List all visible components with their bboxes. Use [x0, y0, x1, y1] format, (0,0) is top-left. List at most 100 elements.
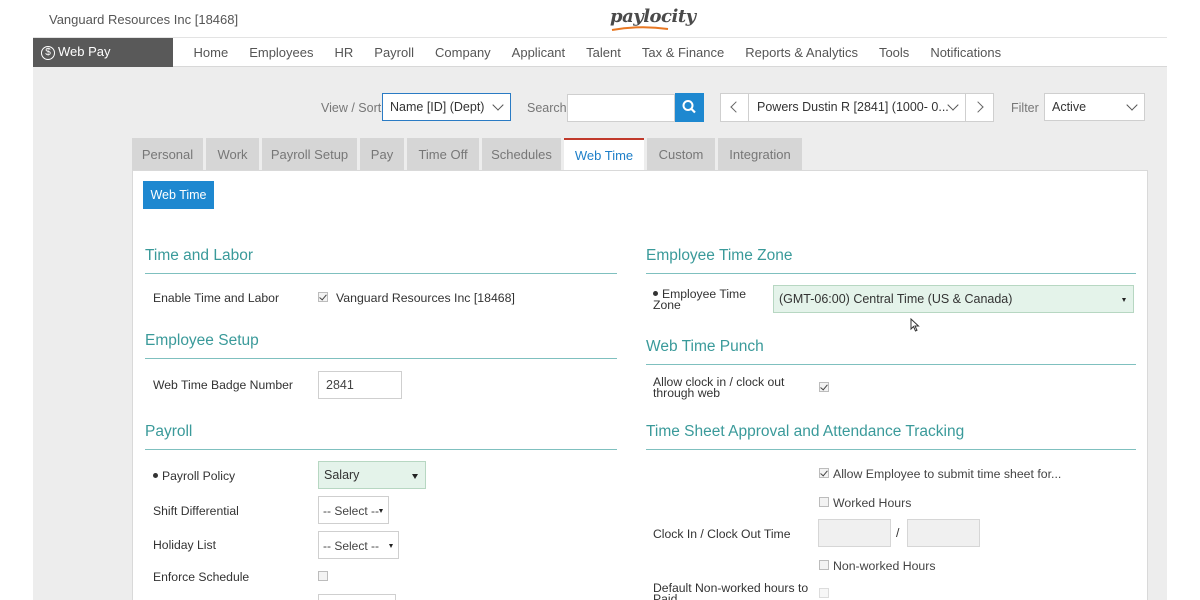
dropdown-arrow-icon	[389, 544, 393, 548]
previous-employee-button[interactable]	[721, 94, 749, 121]
required-indicator	[653, 291, 658, 296]
nav-items: Home Employees HR Payroll Company Applic…	[183, 45, 1012, 60]
non-worked-hours-checkbox[interactable]	[819, 560, 829, 570]
allow-submit-checkbox[interactable]	[819, 468, 829, 478]
app-frame: Vanguard Resources Inc [18468] paylocity…	[33, 0, 1167, 600]
tab-work[interactable]: Work	[206, 138, 259, 170]
allow-clock-label-line2: through web	[653, 386, 721, 400]
divider	[646, 273, 1136, 274]
tab-time-off[interactable]: Time Off	[407, 138, 479, 170]
employee-select-value[interactable]: Powers Dustin R [2841] (1000- 0...	[757, 100, 949, 114]
mouse-cursor-icon	[910, 318, 920, 332]
paylocity-logo[interactable]: paylocity	[610, 6, 696, 27]
employee-navigator: Powers Dustin R [2841] (1000- 0...	[720, 93, 994, 122]
holiday-list-select[interactable]: -- Select --	[318, 531, 399, 559]
shift-differential-label: Shift Differential	[153, 504, 239, 518]
nav-company[interactable]: Company	[435, 45, 491, 60]
shift-differential-select[interactable]: -- Select --	[318, 496, 389, 524]
dollar-icon: $	[41, 46, 55, 60]
search-icon	[682, 100, 696, 114]
view-sort-label: View / Sort	[321, 101, 382, 115]
non-worked-hours-label: Non-worked Hours	[833, 559, 936, 573]
allow-clock-checkbox[interactable]	[819, 382, 829, 392]
filter-value: Active	[1052, 100, 1087, 114]
chevron-down-icon	[492, 99, 504, 111]
filter-select[interactable]: Active	[1044, 93, 1145, 121]
required-indicator	[153, 473, 158, 478]
shift-differential-value: -- Select --	[323, 504, 380, 518]
clock-in-time-input[interactable]	[818, 519, 891, 547]
module-web-pay[interactable]: $ Web Pay	[33, 38, 173, 67]
chevron-right-icon	[972, 101, 984, 113]
approval-title: Time Sheet Approval and Attendance Track…	[646, 423, 965, 440]
enable-time-labor-checkbox[interactable]	[318, 292, 328, 302]
tab-custom[interactable]: Custom	[647, 138, 715, 170]
badge-number-input[interactable]: 2841	[318, 371, 402, 399]
web-time-subtab-button[interactable]: Web Time	[143, 181, 214, 209]
nav-payroll[interactable]: Payroll	[374, 45, 414, 60]
time-zone-select[interactable]: (GMT-06:00) Central Time (US & Canada)	[773, 285, 1134, 313]
nav-employees[interactable]: Employees	[249, 45, 313, 60]
time-zone-value: (GMT-06:00) Central Time (US & Canada)	[779, 292, 1013, 306]
divider	[646, 449, 1136, 450]
next-employee-button[interactable]	[965, 94, 993, 121]
payroll-policy-select[interactable]: Salary	[318, 461, 426, 489]
divider	[646, 364, 1136, 365]
enforce-schedule-label: Enforce Schedule	[153, 570, 250, 584]
time-labor-title: Time and Labor	[145, 247, 253, 264]
enable-time-labor-label: Enable Time and Labor	[153, 291, 280, 305]
nav-tax-finance[interactable]: Tax & Finance	[642, 45, 724, 60]
module-label: Web Pay	[58, 44, 111, 59]
company-name: Vanguard Resources Inc [18468]	[49, 12, 239, 27]
time-separator: /	[896, 526, 900, 540]
view-sort-value: Name [ID] (Dept)	[390, 100, 485, 114]
allow-submit-label: Allow Employee to submit time sheet for.…	[833, 467, 1062, 481]
employee-setup-title: Employee Setup	[145, 332, 259, 349]
tab-web-time[interactable]: Web Time	[564, 138, 644, 172]
payroll-policy-label: Payroll Policy	[153, 469, 235, 483]
chevron-down-icon	[1126, 99, 1138, 111]
tab-pay[interactable]: Pay	[360, 138, 404, 170]
worked-hours-checkbox[interactable]	[819, 497, 829, 507]
partial-input-field[interactable]	[318, 594, 396, 600]
default-non-worked-label: Default Non-worked hours to Paid	[653, 582, 808, 600]
payroll-policy-text: Payroll Policy	[162, 469, 236, 483]
web-time-panel: Web Time Time and Labor Enable Time and …	[132, 170, 1148, 600]
top-bar: Vanguard Resources Inc [18468] paylocity	[33, 0, 1167, 38]
chevron-down-icon[interactable]	[947, 99, 959, 111]
dropdown-arrow-icon	[379, 509, 383, 513]
tab-payroll-setup[interactable]: Payroll Setup	[262, 138, 357, 170]
payroll-policy-value: Salary	[324, 468, 360, 482]
logo-swoosh-icon	[611, 26, 669, 31]
time-zone-label: Employee Time Zone	[653, 288, 746, 311]
nav-applicant[interactable]: Applicant	[512, 45, 565, 60]
filter-label: Filter	[1011, 101, 1039, 115]
default-non-worked-label-line2: Paid	[653, 592, 678, 600]
tab-integration[interactable]: Integration	[718, 138, 802, 170]
view-sort-select[interactable]: Name [ID] (Dept)	[382, 93, 511, 121]
nav-hr[interactable]: HR	[335, 45, 354, 60]
clock-in-out-label: Clock In / Clock Out Time	[653, 527, 791, 541]
search-button[interactable]	[675, 93, 704, 122]
divider	[145, 358, 617, 359]
payroll-title: Payroll	[145, 423, 193, 440]
clock-out-time-input[interactable]	[907, 519, 980, 547]
nav-tools[interactable]: Tools	[879, 45, 909, 60]
badge-number-label: Web Time Badge Number	[153, 378, 293, 392]
nav-notifications[interactable]: Notifications	[930, 45, 1001, 60]
enable-time-labor-value: Vanguard Resources Inc [18468]	[336, 291, 515, 305]
tab-schedules[interactable]: Schedules	[482, 138, 561, 170]
tab-personal[interactable]: Personal	[132, 138, 203, 170]
enforce-schedule-checkbox[interactable]	[318, 571, 328, 581]
allow-clock-label: Allow clock in / clock out through web	[653, 376, 784, 400]
search-input[interactable]	[567, 94, 675, 122]
dropdown-arrow-icon	[412, 474, 418, 479]
nav-talent[interactable]: Talent	[586, 45, 621, 60]
main-nav: $ Web Pay Home Employees HR Payroll Compa…	[33, 38, 1167, 67]
worked-hours-label: Worked Hours	[833, 496, 912, 510]
default-non-worked-checkbox[interactable]	[819, 588, 829, 598]
divider	[145, 449, 617, 450]
nav-reports-analytics[interactable]: Reports & Analytics	[745, 45, 858, 60]
nav-home[interactable]: Home	[194, 45, 229, 60]
web-time-punch-title: Web Time Punch	[646, 338, 764, 355]
